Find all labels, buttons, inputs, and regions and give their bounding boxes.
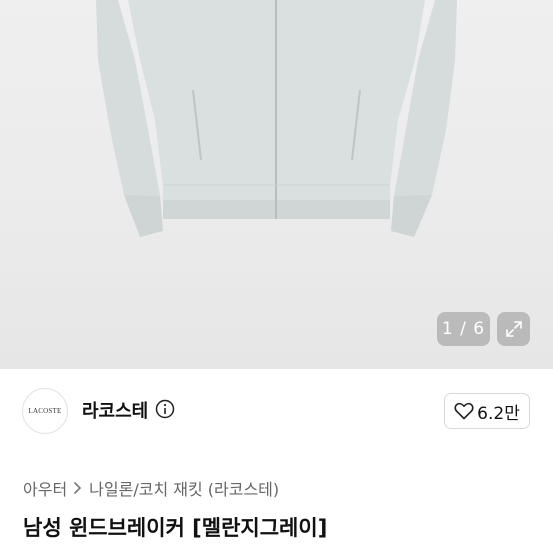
chevron-right-icon (74, 482, 82, 494)
like-count: 6.2만 (477, 403, 520, 424)
like-button[interactable]: 6.2만 (444, 393, 530, 429)
product-title: 남성 윈드브레이커 [멜란지그레이] (23, 516, 328, 540)
seller-name[interactable]: 라코스테 (82, 397, 148, 423)
breadcrumb-item-subcategory[interactable]: 나일론/코치 재킷 (라코스테) (89, 476, 279, 500)
seller-row: LACOSTE 라코스테 6.2만 (0, 369, 553, 453)
heart-icon (454, 402, 474, 420)
seller-avatar[interactable]: LACOSTE (22, 388, 68, 434)
expand-icon (505, 321, 522, 337)
info-icon[interactable] (155, 399, 175, 419)
product-image-gallery[interactable]: 1 / 6 (0, 0, 553, 369)
breadcrumb-item-category[interactable]: 아우터 (23, 476, 67, 500)
image-counter: 1 / 6 (437, 312, 490, 346)
brand-logo: LACOSTE (28, 407, 62, 415)
breadcrumb: 아우터 나일론/코치 재킷 (라코스테) (23, 476, 279, 500)
expand-button[interactable] (497, 312, 530, 346)
